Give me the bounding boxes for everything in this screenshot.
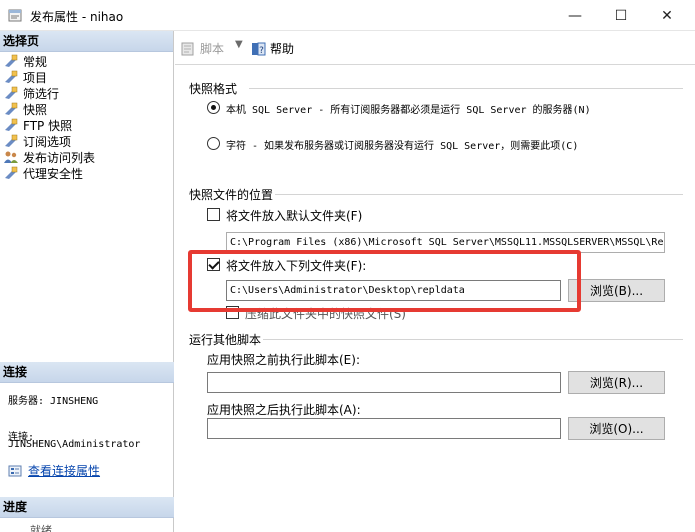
page-icon	[5, 102, 18, 115]
script-dropdown-icon[interactable]: ▼	[235, 39, 243, 50]
before-script-input[interactable]	[207, 372, 561, 393]
minimize-button[interactable]: —	[552, 0, 598, 31]
page-item-label: 筛选行	[23, 86, 60, 101]
view-connection-properties-label: 查看连接属性	[28, 464, 101, 478]
publication-properties-icon	[8, 9, 22, 22]
page-item-general[interactable]: 常规	[0, 53, 173, 69]
script-button[interactable]: 脚本	[181, 40, 224, 57]
toolbar: 脚本 ▼ ? 帮助	[175, 31, 695, 65]
page-item-label: FTP 快照	[23, 118, 73, 133]
page-item-label: 订阅选项	[23, 134, 72, 149]
progress-header: 进度	[0, 497, 174, 518]
page-icon	[5, 86, 18, 99]
progress-status: 就绪	[30, 524, 52, 532]
page-item-ftp-snapshot[interactable]: FTP 快照	[0, 117, 173, 133]
page-item-label: 常规	[23, 54, 48, 69]
close-button[interactable]: ✕	[644, 0, 690, 31]
users-icon	[4, 151, 18, 163]
red-highlight-box	[188, 250, 581, 312]
page-icon	[5, 54, 18, 67]
page-item-label: 快照	[23, 102, 48, 117]
svg-text:?: ?	[259, 46, 264, 56]
select-page-header: 选择页	[0, 31, 173, 52]
character-format-radio[interactable]	[207, 137, 220, 150]
help-label: 帮助	[270, 42, 295, 56]
native-format-label: 本机 SQL Server - 所有订阅服务器都必须是运行 SQL Server…	[226, 105, 591, 116]
group-divider	[263, 339, 683, 340]
before-script-label: 应用快照之前执行此脚本(E):	[207, 353, 360, 367]
after-script-label: 应用快照之后执行此脚本(A):	[207, 403, 361, 417]
snapshot-format-title: 快照格式	[189, 82, 238, 96]
page-icon	[5, 70, 18, 83]
default-folder-label: 将文件放入默认文件夹(F)	[226, 209, 363, 223]
properties-icon	[8, 465, 22, 476]
page-item-label: 发布访问列表	[23, 150, 96, 165]
server-line: 服务器: JINSHENG	[8, 396, 99, 407]
location-title: 快照文件的位置	[189, 188, 274, 202]
group-divider	[275, 194, 683, 195]
connection-value: JINSHENG\Administrator	[8, 439, 141, 450]
after-script-input[interactable]	[207, 418, 561, 439]
view-connection-properties-link[interactable]: 查看连接属性	[8, 462, 100, 479]
native-format-radio[interactable]	[207, 101, 220, 114]
help-button[interactable]: ? 帮助	[251, 40, 294, 57]
page-item-articles[interactable]: 项目	[0, 69, 173, 85]
group-divider	[249, 88, 683, 89]
character-format-label: 字符 - 如果发布服务器或订阅服务器没有运行 SQL Server，则需要此项(…	[226, 141, 579, 152]
script-icon	[181, 42, 194, 55]
page-item-label: 项目	[23, 70, 48, 85]
page-icon	[5, 118, 18, 131]
page-item-access-list[interactable]: 发布访问列表	[0, 149, 173, 165]
default-folder-checkbox[interactable]	[207, 208, 220, 221]
page-item-subscription-options[interactable]: 订阅选项	[0, 133, 173, 149]
page-item-filter-rows[interactable]: 筛选行	[0, 85, 173, 101]
page-icon	[5, 166, 18, 179]
window-title: 发布属性 - nihao	[30, 10, 124, 24]
page-list: 常规 项目 筛选行 快照 FTP 快照 订阅选项 发布访问列表 代理安全性	[0, 52, 173, 181]
browse-after-script-button[interactable]: 浏览(O)...	[568, 417, 665, 440]
page-item-snapshot[interactable]: 快照	[0, 101, 173, 117]
connection-header: 连接	[0, 362, 174, 383]
page-item-label: 代理安全性	[23, 166, 84, 181]
other-scripts-title: 运行其他脚本	[189, 333, 262, 347]
main-panel: 快照格式 本机 SQL Server - 所有订阅服务器都必须是运行 SQL S…	[175, 66, 695, 532]
left-pane: 选择页 常规 项目 筛选行 快照 FTP 快照 订阅选项 发布访问列表 代理安全…	[0, 31, 174, 532]
browse-before-script-button[interactable]: 浏览(R)...	[568, 371, 665, 394]
page-item-agent-security[interactable]: 代理安全性	[0, 165, 173, 181]
browse-folder-button[interactable]: 浏览(B)...	[568, 279, 665, 302]
page-icon	[5, 134, 18, 147]
script-label: 脚本	[200, 42, 225, 56]
title-bar: 发布属性 - nihao — ☐ ✕	[0, 0, 695, 31]
help-icon: ?	[252, 42, 266, 56]
maximize-button[interactable]: ☐	[598, 0, 644, 31]
